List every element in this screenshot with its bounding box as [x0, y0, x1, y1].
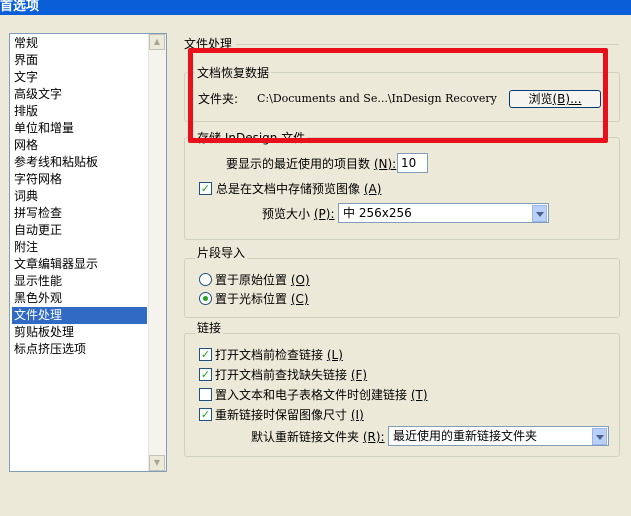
- highlight-box: [188, 48, 608, 143]
- category-item[interactable]: 文件处理: [12, 307, 147, 324]
- category-scrollbar[interactable]: ▲ ▼: [148, 34, 166, 471]
- original-position-text: 置于原始位置: [215, 273, 288, 287]
- scroll-up-button[interactable]: ▲: [149, 34, 165, 50]
- preview-size-select[interactable]: 中 256x256: [338, 203, 549, 223]
- check-links-label: 打开文档前检查链接 (L): [215, 346, 343, 363]
- checkmark-icon: ✓: [200, 368, 211, 381]
- category-item[interactable]: 文章编辑器显示: [12, 256, 147, 273]
- default-relink-folder-select[interactable]: 最近使用的重新链接文件夹: [388, 426, 609, 446]
- create-links-text: 置入文本和电子表格文件时创建链接: [215, 388, 408, 402]
- preview-size-key: (P):: [313, 207, 335, 221]
- category-item[interactable]: 拼写检查: [12, 205, 147, 222]
- recent-items-key: (N):: [373, 157, 397, 171]
- original-position-radio[interactable]: [199, 273, 212, 286]
- chevron-down-icon[interactable]: [592, 428, 607, 445]
- find-missing-links-label: 打开文档前查找缺失链接 (F): [215, 366, 367, 383]
- default-relink-folder-value: 最近使用的重新链接文件夹: [393, 429, 538, 443]
- recent-items-input[interactable]: 10: [397, 153, 428, 173]
- category-item[interactable]: 字符网格: [12, 171, 147, 188]
- recent-items-label: 要显示的最近使用的项目数 (N):: [226, 155, 396, 172]
- category-item[interactable]: 单位和增量: [12, 120, 147, 137]
- store-preview-label: 总是在文档中存储预览图像 (A): [216, 180, 381, 197]
- default-relink-folder-key: (R):: [362, 430, 385, 444]
- cursor-position-radio[interactable]: [199, 292, 212, 305]
- category-item[interactable]: 高级文字: [12, 86, 147, 103]
- create-links-key: (T): [410, 388, 428, 402]
- section-divider: [236, 44, 619, 45]
- category-item[interactable]: 文字: [12, 69, 147, 86]
- recent-items-text: 要显示的最近使用的项目数: [226, 157, 371, 171]
- category-item[interactable]: 剪贴板处理: [12, 324, 147, 341]
- preserve-dimensions-text: 重新链接时保留图像尺寸: [215, 408, 348, 422]
- category-item[interactable]: 参考线和粘贴板: [12, 154, 147, 171]
- snippet-group-title: 片段导入: [195, 244, 248, 261]
- original-position-key: (O): [290, 273, 310, 287]
- default-relink-folder-label: 默认重新链接文件夹 (R):: [251, 428, 385, 445]
- window-title: 首选项: [0, 0, 40, 14]
- cursor-position-label: 置于光标位置 (C): [215, 290, 309, 307]
- find-missing-links-checkbox[interactable]: ✓: [199, 368, 212, 381]
- find-missing-links-key: (F): [350, 368, 368, 382]
- category-item[interactable]: 显示性能: [12, 273, 147, 290]
- category-item[interactable]: 标点挤压选项: [12, 341, 147, 358]
- store-preview-text: 总是在文档中存储预览图像: [216, 182, 361, 196]
- scroll-down-button[interactable]: ▼: [149, 455, 165, 471]
- create-links-label: 置入文本和电子表格文件时创建链接 (T): [215, 386, 428, 403]
- find-missing-links-text: 打开文档前查找缺失链接: [215, 368, 348, 382]
- checkmark-icon: ✓: [200, 348, 211, 361]
- preview-size-text: 预览大小: [262, 207, 311, 221]
- category-list[interactable]: 常规 界面 文字 高级文字 排版 单位和增量 网格 参考线和粘贴板 字符网格 词典 拼写检查 自动更正…: [9, 33, 167, 472]
- original-position-label: 置于原始位置 (O): [215, 271, 310, 288]
- preview-size-label: 预览大小 (P):: [262, 205, 335, 222]
- check-links-checkbox[interactable]: ✓: [199, 348, 212, 361]
- category-item[interactable]: 黑色外观: [12, 290, 147, 307]
- category-item[interactable]: 常规: [12, 35, 147, 52]
- category-item[interactable]: 网格: [12, 137, 147, 154]
- category-item[interactable]: 自动更正: [12, 222, 147, 239]
- check-links-text: 打开文档前检查链接: [215, 348, 324, 362]
- snippet-group: [184, 258, 620, 318]
- category-item[interactable]: 附注: [12, 239, 147, 256]
- category-item[interactable]: 界面: [12, 52, 147, 69]
- category-item[interactable]: 排版: [12, 103, 147, 120]
- preserve-dimensions-checkbox[interactable]: ✓: [199, 408, 212, 421]
- preserve-dimensions-key: (I): [350, 408, 364, 422]
- store-preview-key: (A): [363, 182, 382, 196]
- cursor-position-text: 置于光标位置: [215, 292, 288, 306]
- create-links-checkbox[interactable]: [199, 388, 212, 401]
- links-group-title: 链接: [195, 319, 224, 336]
- preserve-dimensions-label: 重新链接时保留图像尺寸 (I): [215, 406, 364, 423]
- check-links-key: (L): [326, 348, 343, 362]
- title-bar: 首选项: [0, 0, 631, 15]
- chevron-down-icon[interactable]: [532, 205, 547, 222]
- category-item[interactable]: 词典: [12, 188, 147, 205]
- default-relink-folder-text: 默认重新链接文件夹: [251, 430, 360, 444]
- store-preview-checkbox[interactable]: ✓: [199, 182, 212, 195]
- cursor-position-key: (C): [290, 292, 309, 306]
- store-preview-check-icon: ✓: [200, 182, 211, 195]
- preview-size-value: 中 256x256: [343, 206, 412, 220]
- checkmark-icon: ✓: [200, 408, 211, 421]
